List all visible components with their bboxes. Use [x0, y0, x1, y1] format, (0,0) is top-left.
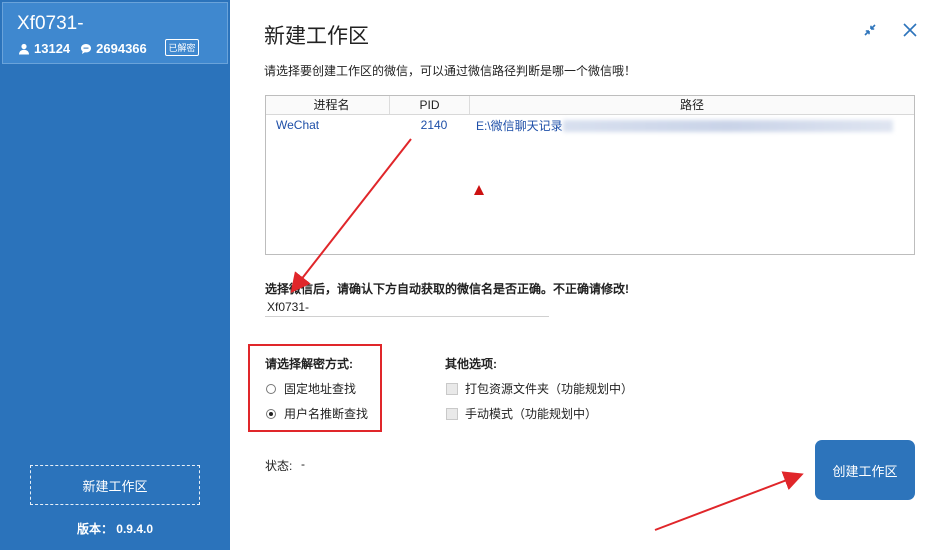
column-header-pid[interactable]: PID: [390, 96, 470, 114]
dialog-title: 新建工作区: [264, 25, 369, 48]
path-redacted: [562, 120, 893, 133]
user-icon: [19, 43, 29, 54]
process-name-cell: WeChat: [276, 118, 320, 132]
status-value: -: [301, 457, 305, 471]
wechat-name-input[interactable]: [265, 298, 549, 317]
account-name: Xf0731-: [17, 13, 84, 34]
pid-cell: 2140: [420, 118, 448, 132]
decrypted-badge: 已解密: [165, 39, 199, 56]
sidebar: Xf0731- 13124 2694366 已解密 新建工作区 版本： 0.9.…: [0, 0, 230, 550]
table-header: 进程名 PID 路径: [266, 96, 914, 115]
sidebar-create-workspace-button[interactable]: 新建工作区: [30, 465, 200, 505]
create-workspace-button[interactable]: 创建工作区: [815, 440, 915, 500]
chat-bubble-icon: [81, 43, 92, 54]
confirm-name-label: 选择微信后，请确认下方自动获取的微信名是否正确。不正确请修改!: [265, 282, 629, 296]
column-header-process-name[interactable]: 进程名: [266, 96, 390, 114]
path-text: E:\微信聊天记录: [476, 118, 563, 133]
checkbox-pack-resources[interactable]: 打包资源文件夹（功能规划中）: [446, 380, 633, 397]
radio-username-inference[interactable]: 用户名推断查找: [266, 405, 368, 422]
radio-label: 固定地址查找: [284, 382, 357, 396]
account-stats: 13124 2694366: [18, 41, 157, 56]
contacts-count: 13124: [34, 41, 71, 56]
other-options-label: 其他选项:: [445, 357, 497, 371]
column-header-path[interactable]: 路径: [470, 96, 914, 114]
checkbox-manual-mode[interactable]: 手动模式（功能规划中）: [446, 405, 597, 422]
radio-button-selected[interactable]: [266, 408, 276, 419]
checkbox-label: 打包资源文件夹（功能规划中）: [465, 382, 634, 396]
radio-fixed-address[interactable]: 固定地址查找: [266, 380, 356, 397]
checkbox[interactable]: [446, 382, 458, 395]
checkbox[interactable]: [446, 407, 458, 420]
decrypt-method-label: 请选择解密方式:: [265, 357, 353, 371]
close-icon[interactable]: [900, 20, 920, 40]
mouse-cursor-marker: [474, 185, 484, 195]
collapse-icon[interactable]: [860, 20, 880, 40]
radio-button[interactable]: [266, 383, 276, 394]
status-label: 状态:: [265, 459, 293, 473]
checkbox-label: 手动模式（功能规划中）: [465, 407, 598, 421]
arrow-to-create-button: [654, 471, 804, 531]
instruction-text: 请选择要创建工作区的微信，可以通过微信路径判断是哪一个微信哦！: [264, 64, 637, 78]
version-label: 版本： 0.9.4.0: [76, 522, 154, 536]
process-table[interactable]: 进程名 PID 路径 WeChat 2140 E:\微信聊天记录: [265, 95, 915, 255]
account-card[interactable]: Xf0731- 13124 2694366 已解密: [2, 2, 228, 64]
radio-label: 用户名推断查找: [284, 407, 369, 421]
messages-count: 2694366: [96, 41, 147, 56]
table-row[interactable]: WeChat 2140 E:\微信聊天记录: [266, 115, 914, 135]
path-cell: E:\微信聊天记录: [470, 117, 893, 134]
